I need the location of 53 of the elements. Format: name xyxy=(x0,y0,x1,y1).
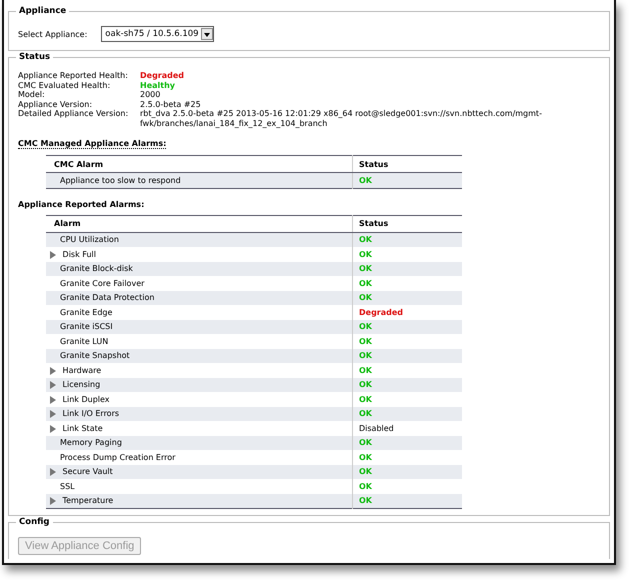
table-cell: OK xyxy=(352,464,462,479)
field-value: 2000 xyxy=(140,90,162,100)
alarm-name: Granite Data Protection xyxy=(60,293,154,302)
alarm-name: Granite iSCSI xyxy=(60,322,113,332)
column-header: Alarm xyxy=(46,215,352,232)
field-label: Detailed Appliance Version: xyxy=(18,109,130,120)
table-cell: OK xyxy=(352,436,462,450)
alarm-name: Link State xyxy=(62,424,103,433)
alarm-name: Granite Core Failover xyxy=(60,278,144,288)
alarm-name: Granite Edge xyxy=(60,308,112,317)
table-cell: OK xyxy=(352,494,462,508)
table-cell: OK xyxy=(352,262,462,276)
expand-arrow-icon[interactable] xyxy=(50,497,56,506)
alarm-name: Temperature xyxy=(62,496,114,506)
expand-arrow-icon[interactable] xyxy=(50,468,56,476)
field-label: Model: xyxy=(18,90,46,100)
appliance-dropdown[interactable]: oak-sh75 / 10.5.6.109 xyxy=(101,26,214,42)
alarm-name: Licensing xyxy=(62,380,100,390)
table-cell: OK xyxy=(352,290,462,305)
column-header: Status xyxy=(352,215,462,232)
field-label: Appliance Version: xyxy=(18,100,94,109)
table-cell: OK xyxy=(352,406,462,421)
alarm-name: Secure Vault xyxy=(62,467,113,476)
table-cell: OK xyxy=(352,348,462,363)
table-cell: OK xyxy=(352,378,462,392)
group-title: Status xyxy=(16,52,54,62)
field-label: CMC Evaluated Health: xyxy=(18,80,112,90)
alarm-name: Process Dump Creation Error xyxy=(60,452,176,462)
alarm-name: Memory Paging xyxy=(60,438,122,448)
alarm-name: Link I/O Errors xyxy=(62,409,120,418)
table-cell: OK xyxy=(352,232,462,247)
section-heading: CMC Managed Appliance Alarms: xyxy=(18,139,166,149)
field-value: Healthy xyxy=(140,80,176,90)
field-value: Degraded xyxy=(140,71,186,80)
field-label: Select Appliance: xyxy=(18,30,88,38)
field-value: rbt_dva 2.5.0-beta #25 2013-05-16 12:01:29 x86_64 root@sledge001:svn://svn.nbttech.com/mgmt-fwk/branches/lanai_184_fix_12_ex_104_branch xyxy=(140,109,543,128)
alarm-name: Granite Block-disk xyxy=(60,264,133,274)
group-title: Config xyxy=(16,517,53,527)
table-cell: OK xyxy=(352,172,462,188)
table-cell: OK xyxy=(352,320,462,334)
alarm-name: Appliance too slow to respond xyxy=(60,176,181,185)
alarm-name: Link Duplex xyxy=(62,394,110,404)
section-heading: Appliance Reported Alarms: xyxy=(18,200,144,208)
alarm-name: CPU Utilization xyxy=(60,235,119,244)
alarm-name: Hardware xyxy=(62,366,102,375)
field-value: 2.5.0-beta #25 xyxy=(140,100,202,109)
alarm-name: Disk Full xyxy=(62,250,96,259)
alarm-name: SSL xyxy=(60,482,75,491)
expand-arrow-icon[interactable] xyxy=(50,250,56,259)
alarm-name: Granite Snapshot xyxy=(60,351,130,360)
field-label: Appliance Reported Health: xyxy=(18,71,129,80)
group-title: Appliance xyxy=(16,6,70,16)
alarm-name: Granite LUN xyxy=(60,336,108,346)
